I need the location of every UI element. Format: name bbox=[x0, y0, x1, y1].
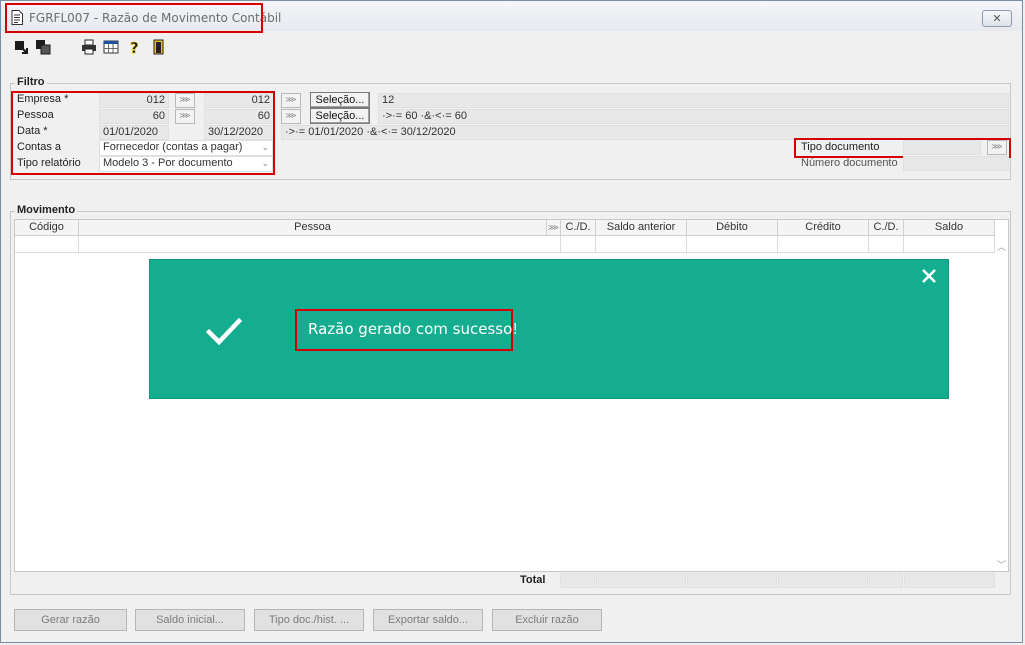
empresa-summary: 12 bbox=[378, 93, 1009, 108]
col-header-pessoa[interactable]: Pessoa bbox=[79, 220, 547, 236]
numero-documento-field[interactable] bbox=[903, 156, 1009, 171]
exit-door-icon[interactable] bbox=[151, 39, 167, 55]
pessoa-selection-button[interactable]: Seleção... bbox=[310, 108, 370, 124]
pessoa-to-lookup-button[interactable]: ⋙ bbox=[281, 109, 301, 124]
printer-icon[interactable] bbox=[81, 39, 97, 55]
tipo-documento-highlight-box bbox=[794, 138, 1011, 158]
title-highlight-box bbox=[5, 3, 263, 33]
table-row-cell[interactable] bbox=[596, 236, 687, 253]
tipo-doc-hist-button[interactable]: Tipo doc./hist. ... bbox=[254, 609, 364, 631]
close-icon[interactable] bbox=[921, 268, 937, 284]
table-row-cell[interactable] bbox=[79, 236, 561, 253]
scroll-down-icon[interactable]: ﹀ bbox=[997, 558, 1006, 571]
calculator-icon[interactable] bbox=[103, 39, 119, 55]
col-header-saldo[interactable]: Saldo bbox=[904, 220, 995, 236]
total-cd2 bbox=[869, 573, 903, 588]
table-row-cell[interactable] bbox=[15, 236, 79, 253]
empresa-selection-button[interactable]: Seleção... bbox=[310, 92, 370, 108]
total-saldo-anterior bbox=[596, 573, 686, 588]
filtro-label: Filtro bbox=[15, 76, 47, 88]
table-row-cell[interactable] bbox=[904, 236, 995, 253]
saldo-inicial-button[interactable]: Saldo inicial... bbox=[135, 609, 245, 631]
export-icon[interactable] bbox=[13, 39, 29, 55]
total-debito bbox=[687, 573, 777, 588]
col-header-cd[interactable]: C./D. bbox=[561, 220, 596, 236]
movimento-label: Movimento bbox=[15, 204, 78, 216]
col-sort-icon[interactable]: ⋙ bbox=[547, 220, 561, 236]
toast-message: Razão gerado com sucesso! bbox=[308, 320, 519, 338]
empresa-to-lookup-button[interactable]: ⋙ bbox=[281, 93, 301, 108]
svg-text:?: ? bbox=[130, 39, 139, 55]
table-row-cell[interactable] bbox=[778, 236, 869, 253]
col-header-saldo-anterior[interactable]: Saldo anterior bbox=[596, 220, 687, 236]
scroll-up-icon[interactable]: ︿ bbox=[997, 240, 1006, 253]
numero-documento-label: Número documento bbox=[801, 157, 898, 169]
table-row-cell[interactable] bbox=[561, 236, 596, 253]
table-row-cell[interactable] bbox=[687, 236, 778, 253]
col-header-debito[interactable]: Débito bbox=[687, 220, 778, 236]
close-button[interactable]: ✕ bbox=[982, 10, 1012, 27]
success-toast: Razão gerado com sucesso! bbox=[149, 259, 949, 399]
col-header-codigo[interactable]: Código bbox=[15, 220, 79, 236]
checkmark-icon bbox=[206, 318, 242, 346]
table-row-cell[interactable] bbox=[869, 236, 904, 253]
total-saldo bbox=[904, 573, 995, 588]
total-cd bbox=[560, 573, 595, 588]
col-header-credito[interactable]: Crédito bbox=[778, 220, 869, 236]
pessoa-summary: ·>·= 60 ·&·<·= 60 bbox=[378, 109, 1009, 124]
excluir-razao-button[interactable]: Excluir razão bbox=[492, 609, 602, 631]
help-icon[interactable]: ? bbox=[127, 39, 143, 55]
total-credito bbox=[778, 573, 868, 588]
col-header-cd2[interactable]: C./D. bbox=[869, 220, 904, 236]
filter-highlight-box bbox=[11, 91, 275, 175]
main-window: FGRFL007 - Razão de Movimento Contábil ✕ bbox=[0, 0, 1023, 643]
exportar-saldo-button[interactable]: Exportar saldo... bbox=[373, 609, 483, 631]
gerar-razao-button[interactable]: Gerar razão bbox=[14, 609, 127, 631]
layers-icon[interactable] bbox=[35, 39, 51, 55]
close-icon: ✕ bbox=[992, 13, 1002, 25]
total-label: Total bbox=[520, 574, 546, 586]
